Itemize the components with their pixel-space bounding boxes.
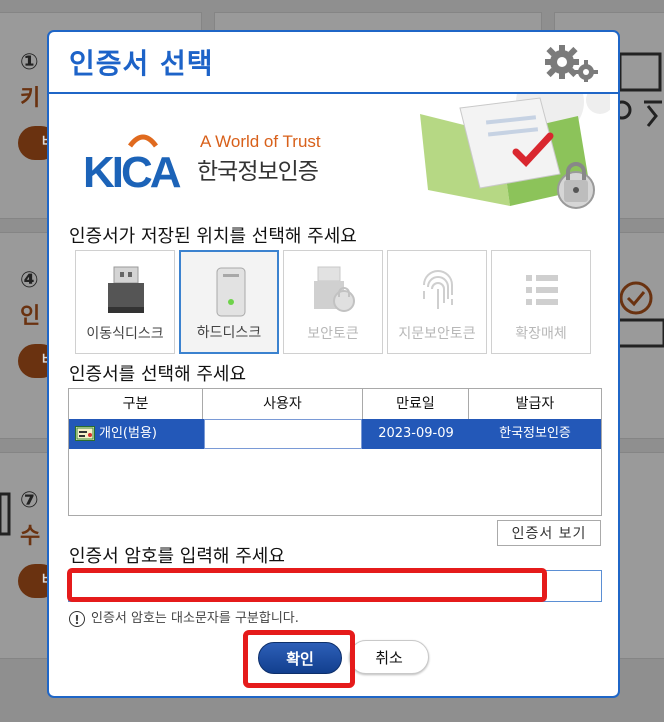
- dialog-title: 인증서 선택: [69, 47, 214, 80]
- cell-type: 개인(범용): [69, 419, 203, 449]
- logo-korean-name: 한국정보인증: [197, 159, 319, 185]
- column-header-expiry: 만료일: [363, 389, 469, 419]
- password-hint: ! 인증서 암호는 대소문자를 구분합니다.: [69, 607, 299, 627]
- cell-user: [204, 419, 362, 449]
- hard-disk-icon: [216, 267, 246, 317]
- storage-option-extended-media[interactable]: 확장매체: [491, 250, 591, 354]
- storage-option-label: 보안토큰: [307, 326, 359, 342]
- storage-option-security-token[interactable]: 보안토큰: [283, 250, 383, 354]
- bg-step-number: ①: [20, 50, 39, 75]
- usb-drive-icon: [108, 266, 144, 313]
- list-icon: [526, 275, 558, 305]
- gear-icon[interactable]: [542, 44, 600, 82]
- logo-tagline: A World of Trust: [200, 132, 321, 151]
- storage-option-fingerprint-token[interactable]: 지문보안토큰: [387, 250, 487, 354]
- fingerprint-icon: [423, 270, 453, 309]
- bg-step-title: 키: [20, 86, 41, 111]
- column-header-user: 사용자: [203, 389, 363, 419]
- cell-issuer: 한국정보인증: [499, 426, 571, 441]
- storage-option-hard-disk[interactable]: 하드디스크: [179, 250, 279, 354]
- cell-expiry: 2023-09-09: [378, 426, 454, 441]
- certificate-dialog: 인증서 선택 KICA A World of Trust 한국정보인증 인증서가…: [47, 30, 620, 698]
- bg-step-number: ④: [20, 268, 39, 293]
- storage-option-removable-disk[interactable]: 이동식디스크: [75, 250, 175, 354]
- column-header-issuer: 발급자: [515, 396, 555, 412]
- table-header: 구분 사용자 만료일 발급자: [69, 389, 601, 420]
- storage-option-label: 확장매체: [515, 326, 567, 342]
- table-row[interactable]: 개인(범용) 2023-09-09 한국정보인증: [69, 419, 601, 449]
- view-certificate-button[interactable]: 인증서 보기: [497, 520, 601, 546]
- kica-logo: KICA A World of Trust 한국정보인증: [83, 130, 333, 200]
- storage-option-label: 이동식디스크: [86, 326, 164, 342]
- column-header-type: 구분: [69, 389, 203, 419]
- password-prompt: 인증서 암호를 입력해 주세요: [69, 546, 285, 567]
- password-input[interactable]: [68, 570, 602, 602]
- info-exclamation-icon: !: [69, 610, 85, 627]
- logo-word: KICA: [83, 148, 182, 197]
- storage-prompt: 인증서가 저장된 위치를 선택해 주세요: [69, 226, 357, 247]
- logo-swoosh-icon: [128, 134, 158, 148]
- bg-step-title: 수: [20, 524, 41, 549]
- bg-step-title: 인: [20, 304, 41, 329]
- cert-type-text: 개인(범용): [99, 426, 157, 441]
- bg-device-icon: [0, 492, 11, 536]
- ok-button[interactable]: 확인: [258, 642, 342, 674]
- storage-option-label: 지문보안토큰: [398, 326, 476, 342]
- cert-prompt: 인증서를 선택해 주세요: [69, 364, 247, 385]
- certificate-table: 구분 사용자 만료일 발급자 개인(범용) 2023-09-09 한국정보인증: [68, 388, 602, 516]
- bg-step-number: ⑦: [20, 488, 39, 513]
- security-token-icon: [314, 266, 355, 312]
- certificate-folder-illustration: [420, 94, 610, 209]
- cancel-button[interactable]: 취소: [349, 640, 429, 674]
- banner: KICA A World of Trust 한국정보인증: [49, 94, 618, 214]
- hint-text: 인증서 암호는 대소문자를 구분합니다.: [91, 611, 299, 626]
- storage-option-label: 하드디스크: [196, 325, 262, 341]
- certificate-icon: [75, 426, 95, 441]
